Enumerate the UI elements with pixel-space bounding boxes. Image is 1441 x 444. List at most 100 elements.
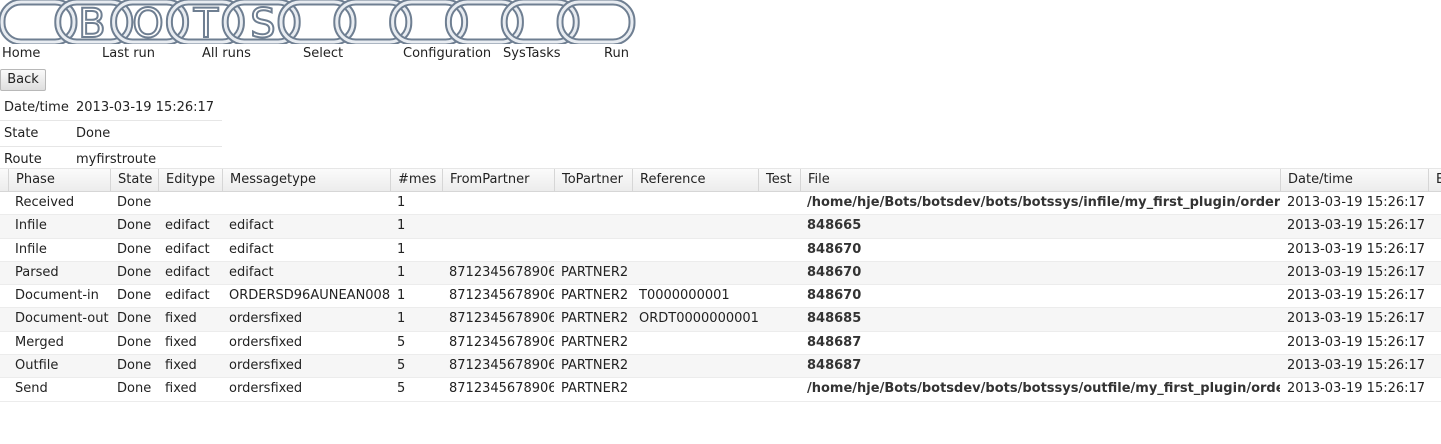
table-cell: 1 xyxy=(397,218,406,234)
table-cell: edifact xyxy=(229,241,274,257)
table-cell: edifact xyxy=(165,264,210,280)
info-key: Date/time xyxy=(4,100,69,115)
info-row-datetime: Date/time 2013-03-19 15:26:17 xyxy=(0,95,222,121)
table-cell: edifact xyxy=(165,218,210,234)
table-cell: Infile xyxy=(15,218,47,234)
table-row[interactable]: Merged Done fixed ordersfixed 5 8712345678906… xyxy=(0,332,1441,356)
column-header[interactable]: Test xyxy=(758,169,800,191)
main-menu: Home Last run All runs Select Configurat… xyxy=(0,46,640,64)
table-cell: fixed xyxy=(165,381,197,397)
table-cell: PARTNER2 xyxy=(561,311,629,327)
column-header[interactable]: ToPartner xyxy=(554,169,632,191)
table-cell: Parsed xyxy=(15,264,59,280)
column-header[interactable]: Editype xyxy=(158,169,222,191)
table-cell: 2013-03-19 15:26:17 xyxy=(1287,218,1426,234)
bots-logo: BOTS xyxy=(0,0,640,44)
table-cell: 1 xyxy=(397,311,406,327)
column-header[interactable]: #mes xyxy=(390,169,442,191)
menu-all-runs[interactable]: All runs xyxy=(202,46,251,61)
table-header: Phase State Editype Messagetype #mes FromPart… xyxy=(0,168,1441,192)
table-cell: Done xyxy=(117,288,152,304)
table-cell[interactable]: 848687 xyxy=(800,332,1280,354)
info-row-state: State Done xyxy=(0,121,222,147)
menu-last-run[interactable]: Last run xyxy=(102,46,155,61)
table-cell: 2013-03-19 15:26:17 xyxy=(1287,288,1426,304)
table-cell: 5 xyxy=(397,381,406,397)
table-cell: 2013-03-19 15:26:17 xyxy=(1287,334,1426,350)
table-cell: 2013-03-19 15:26:17 xyxy=(1287,381,1426,397)
table-cell: Done xyxy=(117,334,152,350)
table-cell[interactable]: /home/hje/Bots/botsdev/bots/botssys/infi… xyxy=(800,192,1280,214)
table-cell: PARTNER2 xyxy=(561,288,629,304)
table-body: Received Done 1/home/hje/Bots/botsdev/bots… xyxy=(0,192,1441,402)
table-row[interactable]: Outfile Done fixed ordersfixed 5 871234567890… xyxy=(0,355,1441,379)
table-row[interactable]: Parsed Done edifact edifact 1 8712345678906 PA… xyxy=(0,261,1441,286)
table-cell: 1 xyxy=(397,241,406,257)
table-row[interactable]: Document-out Done fixed ordersfixed 1 8712345… xyxy=(0,308,1441,332)
table-cell[interactable]: 848670 xyxy=(800,239,1280,261)
menu-run[interactable]: Run xyxy=(604,46,629,61)
logo-letter: O xyxy=(132,1,163,44)
table-cell: 8712345678906 xyxy=(449,358,554,374)
logo-letter: T xyxy=(193,1,219,44)
table-cell: Done xyxy=(117,241,152,257)
table-cell: ORDERSD96AUNEAN008 xyxy=(229,288,390,304)
table-cell: Send xyxy=(15,381,48,397)
menu-systasks[interactable]: SysTasks xyxy=(503,46,561,61)
table-row[interactable]: Infile Done edifact edifact 1 848670 2013-03-1… xyxy=(0,239,1441,262)
table-cell: 2013-03-19 15:26:17 xyxy=(1287,195,1426,210)
table-cell: fixed xyxy=(165,358,197,374)
menu-home[interactable]: Home xyxy=(2,46,40,61)
column-header[interactable]: FromPartner xyxy=(442,169,554,191)
column-header[interactable]: E xyxy=(1428,169,1441,191)
table-cell: Merged xyxy=(15,334,64,350)
menu-configuration[interactable]: Configuration xyxy=(403,46,491,61)
table-cell: 8712345678906 xyxy=(449,264,554,280)
column-header[interactable]: Date/time xyxy=(1280,169,1428,191)
menu-select[interactable]: Select xyxy=(303,46,343,61)
column-header[interactable]: Phase xyxy=(8,169,110,191)
logo-letter: B xyxy=(78,1,105,44)
back-button[interactable]: Back xyxy=(0,69,46,91)
info-value: myfirstroute xyxy=(76,152,157,167)
table-cell: PARTNER2 xyxy=(561,381,629,397)
table-row[interactable]: Infile Done edifact edifact 1 848665 2013-03-1… xyxy=(0,215,1441,239)
table-cell: Done xyxy=(117,311,152,327)
table-cell: T0000000001 xyxy=(639,288,730,304)
column-header[interactable]: File xyxy=(800,169,1280,191)
table-cell: ORDT0000000001 xyxy=(639,311,758,327)
info-value: Done xyxy=(76,126,111,141)
table-cell: Done xyxy=(117,195,152,210)
table-cell: 1 xyxy=(397,288,406,304)
table-cell: 5 xyxy=(397,334,406,350)
table-row[interactable]: Received Done 1/home/hje/Bots/botsdev/bots… xyxy=(0,192,1441,216)
table-cell: Document-out xyxy=(15,311,109,327)
table-cell: PARTNER2 xyxy=(561,334,629,350)
column-header[interactable]: Messagetype xyxy=(222,169,390,191)
table-cell[interactable]: 848687 xyxy=(800,355,1280,377)
info-key: State xyxy=(4,126,39,141)
column-header[interactable]: Reference xyxy=(632,169,758,191)
table-cell: Done xyxy=(117,381,152,397)
table-cell: PARTNER2 xyxy=(561,358,629,374)
table-cell: 2013-03-19 15:26:17 xyxy=(1287,358,1426,374)
table-row[interactable]: Send Done fixed ordersfixed 5 8712345678906 PA… xyxy=(0,378,1441,402)
table-cell[interactable]: 848665 xyxy=(800,215,1280,237)
table-cell: 8712345678906 xyxy=(449,381,554,397)
table-cell: 5 xyxy=(397,358,406,374)
table-cell: Infile xyxy=(15,241,47,257)
table-cell: edifact xyxy=(165,241,210,257)
table-cell[interactable]: 848685 xyxy=(800,308,1280,330)
table-cell: Done xyxy=(117,264,152,280)
table-cell: edifact xyxy=(229,264,274,280)
table-cell: ordersfixed xyxy=(229,334,303,350)
column-header[interactable]: State xyxy=(110,169,158,191)
table-cell: 1 xyxy=(397,264,406,280)
table-cell: 8712345678906 xyxy=(449,311,554,327)
table-row[interactable]: Document-in Done edifact ORDERSD96AUNEAN008… xyxy=(0,285,1441,309)
table-cell: Document-in xyxy=(15,288,99,304)
table-cell: edifact xyxy=(229,218,274,234)
table-cell[interactable]: 848670 xyxy=(800,262,1280,284)
table-cell[interactable]: /home/hje/Bots/botsdev/bots/botssys/outf… xyxy=(800,378,1280,400)
table-cell[interactable]: 848670 xyxy=(800,285,1280,307)
